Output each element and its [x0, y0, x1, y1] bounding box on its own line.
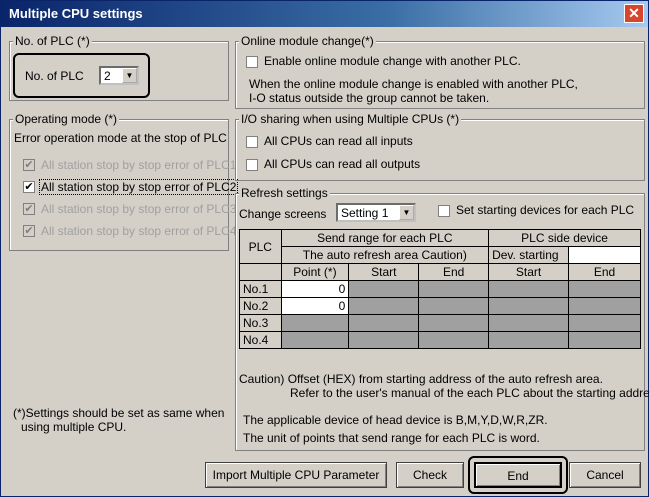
- side-end-cell: [568, 297, 641, 315]
- operating-mode-legend: Operating mode (*): [13, 112, 120, 126]
- online-change-checkbox[interactable]: [246, 56, 258, 68]
- change-screens-label: Change screens: [239, 207, 327, 221]
- set-starting-devices-label: Set starting devices for each PLC: [456, 203, 635, 217]
- read-inputs-label: All CPUs can read all inputs: [264, 134, 413, 148]
- side-start-cell: [488, 297, 570, 315]
- plc3-stop-label: All station stop by stop error of PLC3: [41, 202, 237, 216]
- point-input: [280, 314, 350, 332]
- plc-side-header: PLC side device: [488, 229, 641, 247]
- send-range-header: Send range for each PLC: [280, 229, 490, 247]
- change-screens-value: Setting 1: [341, 206, 389, 220]
- plc4-stop-label: All station stop by stop error of PLC4: [41, 224, 237, 238]
- no-of-plc-value: 2: [104, 69, 111, 83]
- col-point: Point (*): [280, 263, 350, 281]
- window-title: Multiple CPU settings: [9, 6, 143, 21]
- dev-starting-header: Dev. starting: [488, 246, 570, 264]
- set-starting-devices-checkbox[interactable]: [438, 205, 450, 217]
- point-input[interactable]: 0: [280, 280, 350, 298]
- side-end-cell: [568, 314, 641, 332]
- side-start-cell: [488, 331, 570, 349]
- end-cell: [418, 297, 490, 315]
- side-end-cell: [568, 331, 641, 349]
- table-row: No.3: [239, 314, 641, 332]
- plc2-stop-label: All station stop by stop error of PLC2: [39, 179, 239, 195]
- online-change-note-1: When the online module change is enabled…: [249, 77, 578, 91]
- col-side-start: Start: [488, 263, 570, 281]
- cancel-button[interactable]: Cancel: [569, 462, 641, 488]
- plc4-stop-checkbox[interactable]: ✔: [23, 225, 35, 237]
- title-bar: Multiple CPU settings ✕: [1, 1, 648, 27]
- caution-line-1: Caution) Offset (HEX) from starting addr…: [239, 372, 603, 386]
- settings-note-2: using multiple CPU.: [21, 420, 127, 434]
- end-cell: [418, 314, 490, 332]
- plc3-stop-checkbox[interactable]: ✔: [23, 203, 35, 215]
- row-plc: No.4: [239, 331, 282, 349]
- read-outputs-checkbox[interactable]: [246, 159, 258, 171]
- start-cell: [348, 331, 420, 349]
- chevron-down-icon[interactable]: ▼: [399, 205, 414, 220]
- close-button[interactable]: ✕: [624, 4, 644, 23]
- no-of-plc-legend: No. of PLC (*): [13, 34, 92, 48]
- plc1-stop-checkbox[interactable]: ✔: [23, 159, 35, 171]
- auto-refresh-header: The auto refresh area Caution): [280, 246, 490, 264]
- end-cell: [418, 280, 490, 298]
- table-row: No.4: [239, 331, 641, 349]
- row-plc: No.1: [239, 280, 282, 298]
- point-input: [280, 331, 350, 349]
- operating-mode-subtitle: Error operation mode at the stop of PLC: [14, 131, 227, 145]
- side-start-cell: [488, 280, 570, 298]
- row-plc: No.2: [239, 297, 282, 315]
- table-row: No.2 0: [239, 297, 641, 315]
- check-button[interactable]: Check: [396, 462, 464, 488]
- caution-line-2: Refer to the user's manual of the each P…: [290, 386, 649, 400]
- refresh-settings-legend: Refresh settings: [239, 186, 330, 200]
- end-button[interactable]: End: [474, 462, 562, 488]
- dev-starting-input[interactable]: [568, 246, 641, 264]
- point-input[interactable]: 0: [280, 297, 350, 315]
- side-start-cell: [488, 314, 570, 332]
- col-start: Start: [348, 263, 420, 281]
- online-change-label: Enable online module change with another…: [264, 54, 521, 68]
- settings-note-1: (*)Settings should be set as same when: [13, 406, 225, 420]
- plc2-stop-checkbox[interactable]: ✔: [23, 181, 35, 193]
- read-outputs-label: All CPUs can read all outputs: [264, 157, 421, 171]
- device-note: The applicable device of head device is …: [243, 413, 548, 427]
- plc-header: PLC: [239, 229, 282, 264]
- blank-header: [239, 263, 282, 281]
- plc1-stop-label: All station stop by stop error of PLC1: [41, 158, 237, 172]
- io-sharing-group: [235, 119, 645, 181]
- no-of-plc-label: No. of PLC: [25, 69, 84, 83]
- chevron-down-icon[interactable]: ▼: [122, 68, 137, 83]
- row-plc: No.3: [239, 314, 282, 332]
- start-cell: [348, 280, 420, 298]
- start-cell: [348, 297, 420, 315]
- refresh-table: PLC Send range for each PLC PLC side dev…: [239, 229, 641, 349]
- online-module-change-legend: Online module change(*): [239, 34, 376, 48]
- change-screens-select[interactable]: Setting 1 ▼: [336, 203, 416, 222]
- table-row: No.1 0: [239, 280, 641, 298]
- col-side-end: End: [568, 263, 641, 281]
- import-parameter-button[interactable]: Import Multiple CPU Parameter: [205, 462, 387, 488]
- no-of-plc-select[interactable]: 2 ▼: [99, 66, 139, 85]
- io-sharing-legend: I/O sharing when using Multiple CPUs (*): [239, 112, 462, 126]
- col-end: End: [418, 263, 490, 281]
- start-cell: [348, 314, 420, 332]
- unit-note: The unit of points that send range for e…: [243, 431, 540, 445]
- end-cell: [418, 331, 490, 349]
- multiple-cpu-settings-dialog: Multiple CPU settings ✕ No. of PLC (*) N…: [0, 0, 649, 497]
- close-icon: ✕: [628, 5, 640, 21]
- read-inputs-checkbox[interactable]: [246, 136, 258, 148]
- online-change-note-2: I-O status outside the group cannot be t…: [249, 91, 490, 105]
- side-end-cell: [568, 280, 641, 298]
